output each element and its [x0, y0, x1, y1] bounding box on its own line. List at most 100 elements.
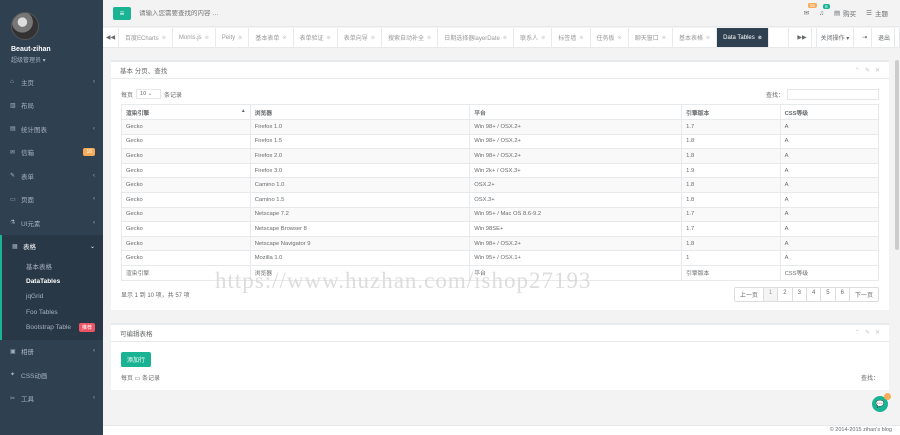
close-operations-dropdown[interactable]: 关闭操作 ▾ — [817, 28, 855, 47]
mail-notification[interactable]: ✉ 16 — [804, 3, 817, 17]
column-header[interactable]: 平台 — [469, 104, 683, 120]
pagination-item[interactable]: 上一页 — [735, 287, 764, 301]
page-tab[interactable]: 百度ECharts ⊗ — [119, 28, 173, 47]
chat-button[interactable]: 💬 — [872, 393, 891, 412]
table-search-input[interactable] — [787, 88, 879, 100]
sidebar-item-magic[interactable]: ✦ CSS动画 — [0, 363, 103, 387]
page-tab[interactable]: 聊天窗口 ⊗ — [629, 28, 673, 47]
sidebar-item-label: CSS动画 — [21, 372, 48, 380]
page-tab[interactable]: 基本表格 ⊗ — [673, 28, 718, 47]
submenu-item[interactable]: Foo Tables — [2, 305, 103, 321]
page-tab[interactable]: Peity ⊗ — [216, 28, 250, 47]
submenu-item[interactable]: jqGrid — [2, 289, 103, 305]
page-tab[interactable]: 表单向导 ⊗ — [338, 28, 382, 47]
page-tab[interactable]: 基本表单 ⊗ — [249, 28, 294, 47]
sidebar-item-cutlery[interactable]: ✂ 工具 ‹ — [0, 387, 103, 411]
table-row[interactable]: Gecko Firefox 2.0 Win 98+ / OSX.2+ 1.8 A — [121, 148, 880, 164]
sidebar-item-envelope[interactable]: ✉ 信箱 16 — [0, 141, 103, 165]
table-row[interactable]: Gecko Firefox 3.0 Win 2k+ / OSX.3+ 1.9 A — [121, 162, 880, 179]
menu-toggle-button[interactable]: ≡ — [113, 6, 131, 20]
table-row[interactable]: Gecko Mozilla 1.0 Win 95+ / OSX.1+ 1 A — [121, 250, 880, 266]
close-tab-icon[interactable]: ⊗ — [758, 35, 762, 41]
column-header[interactable]: 渲染引擎 ▲ — [121, 104, 251, 120]
pagination-item[interactable]: 6 — [836, 287, 850, 301]
column-header[interactable]: 浏览器 — [249, 104, 471, 120]
buy-link[interactable]: ▤ 购买 — [834, 8, 856, 18]
table-row[interactable]: Gecko Firefox 1.0 Win 98+ / OSX.2+ 1.7 A — [121, 119, 880, 135]
pagination-item[interactable]: 下一页 — [850, 288, 878, 301]
page-tab[interactable]: Data Tables ⊗ — [717, 28, 769, 47]
wrench-icon[interactable]: ✎ — [865, 329, 870, 336]
page-tab[interactable]: 表单验证 ⊗ — [294, 28, 338, 47]
table-row[interactable]: Gecko Firefox 1.5 Win 98+ / OSX.2+ 1.8 A — [121, 133, 880, 150]
page-tab[interactable]: 联系人 ⊗ — [514, 28, 553, 47]
sidebar-item-home[interactable]: ⌂ 主页 ‹ — [0, 70, 103, 94]
sidebar-item-picture[interactable]: ▣ 相册 ‹ — [0, 340, 103, 364]
close-tab-icon[interactable]: ⊗ — [371, 35, 375, 41]
close-tab-icon[interactable]: ⊗ — [579, 35, 583, 41]
wrench-icon[interactable]: ✎ — [865, 67, 870, 74]
close-tab-icon[interactable]: ⊗ — [706, 35, 710, 41]
close-tab-icon[interactable]: ⊗ — [327, 35, 331, 41]
pagination: 上一页 1 2 3 4 5 6 下一页 — [733, 286, 879, 302]
close-tab-icon[interactable]: ⊗ — [618, 35, 622, 41]
close-tab-icon[interactable]: ⊗ — [205, 35, 209, 41]
table-row[interactable]: Gecko Camino 1.0 OSX.2+ 1.8 A — [121, 177, 880, 193]
close-icon[interactable]: ✕ — [875, 67, 880, 74]
page-length-select[interactable]: 10 ⌄ — [136, 89, 162, 99]
chevron-left-icon: ‹ — [93, 172, 95, 179]
submenu-item[interactable]: DataTables — [2, 274, 103, 290]
alert-notification[interactable]: ♫ 8 — [819, 3, 830, 17]
table-cell: Win 98+ / OSX.2+ — [469, 148, 683, 164]
chat-badge-dot — [884, 393, 891, 400]
column-header[interactable]: 引擎版本 — [681, 104, 781, 120]
pagination-item[interactable]: 3 — [793, 287, 807, 301]
table-row[interactable]: Gecko Netscape Navigator 9 Win 98+ / OSX.2… — [121, 235, 880, 252]
close-icon[interactable]: ✕ — [875, 329, 880, 336]
close-tab-icon[interactable]: ⊗ — [503, 35, 507, 41]
table-cell: Win 2k+ / OSX.3+ — [469, 162, 683, 179]
sidebar-item-chart[interactable]: ▤ 统计图表 ‹ — [0, 117, 103, 141]
username[interactable]: Beaut-zihan — [11, 46, 103, 53]
pagination-item[interactable]: 4 — [807, 287, 822, 301]
logout-button[interactable]: ⇥ 退出 — [854, 28, 900, 47]
table-row[interactable]: Gecko Camino 1.5 OSX.3+ 1.8 A — [121, 191, 880, 208]
user-role-dropdown[interactable]: 超级管理员 ▾ — [11, 55, 103, 64]
pagination-item[interactable]: 1 — [763, 287, 779, 301]
theme-button[interactable]: ☰ 主题 — [866, 8, 888, 18]
pagination-item[interactable]: 5 — [821, 287, 836, 301]
avatar[interactable] — [11, 12, 39, 40]
tab-scroll-right-button[interactable]: ▶▶ — [789, 28, 817, 47]
table-row[interactable]: Gecko Netscape 7.2 Win 95+ / Mac OS 8.6-9.… — [121, 206, 880, 223]
sidebar-item-tables[interactable]: ▦ 表格 ⌄ — [0, 234, 103, 258]
tab-scroll-left-button[interactable]: ◀◀ — [103, 28, 119, 47]
add-row-button[interactable]: 添加行 — [121, 351, 152, 367]
table-row[interactable]: Gecko Netscape Browser 8 Win 98SE+ 1.7 A — [121, 221, 880, 237]
close-tab-icon[interactable]: ⊗ — [162, 35, 166, 41]
table-body: Gecko Firefox 1.0 Win 98+ / OSX.2+ 1.7 A Geck… — [121, 119, 880, 266]
submenu-item[interactable]: 基本表格 — [2, 258, 103, 274]
vertical-scrollbar[interactable] — [895, 60, 899, 250]
pagination-item[interactable]: 2 — [778, 287, 793, 301]
sidebar-item-flask[interactable]: ⚗ UI元素 ‹ — [0, 211, 103, 235]
page-tab[interactable]: 日期选择器layerDate ⊗ — [438, 28, 515, 47]
chevron-up-icon[interactable]: ⌃ — [855, 67, 860, 74]
table-cell: Gecko — [121, 119, 251, 135]
page-tab[interactable]: 搜索自动补全 ⊗ — [382, 28, 439, 47]
submenu-item[interactable]: Bootstrap Table 推荐 — [2, 320, 103, 336]
page-tab[interactable]: 标签墙 ⊗ — [552, 28, 591, 47]
close-tab-icon[interactable]: ⊗ — [662, 35, 666, 41]
column-header[interactable]: CSS等级 — [779, 104, 880, 120]
sidebar-item-edit[interactable]: ✎ 表单 ‹ — [0, 164, 103, 188]
page-tab[interactable]: 任务板 ⊗ — [591, 28, 629, 47]
close-tab-icon[interactable]: ⊗ — [541, 35, 545, 41]
sidebar-item-columns[interactable]: ▥ 布局 — [0, 94, 103, 118]
close-tab-icon[interactable]: ⊗ — [282, 35, 286, 41]
page-tab[interactable]: Morris.js ⊗ — [173, 28, 216, 47]
chevron-up-icon[interactable]: ⌃ — [855, 329, 860, 336]
close-tab-icon[interactable]: ⊗ — [238, 35, 242, 41]
sidebar-item-desktop[interactable]: ▭ 页面 ‹ — [0, 188, 103, 212]
close-tab-icon[interactable]: ⊗ — [427, 35, 431, 41]
search-input[interactable] — [139, 9, 359, 17]
editable-toolbar: 每页 ▭ 条记录 查找： — [121, 373, 879, 382]
